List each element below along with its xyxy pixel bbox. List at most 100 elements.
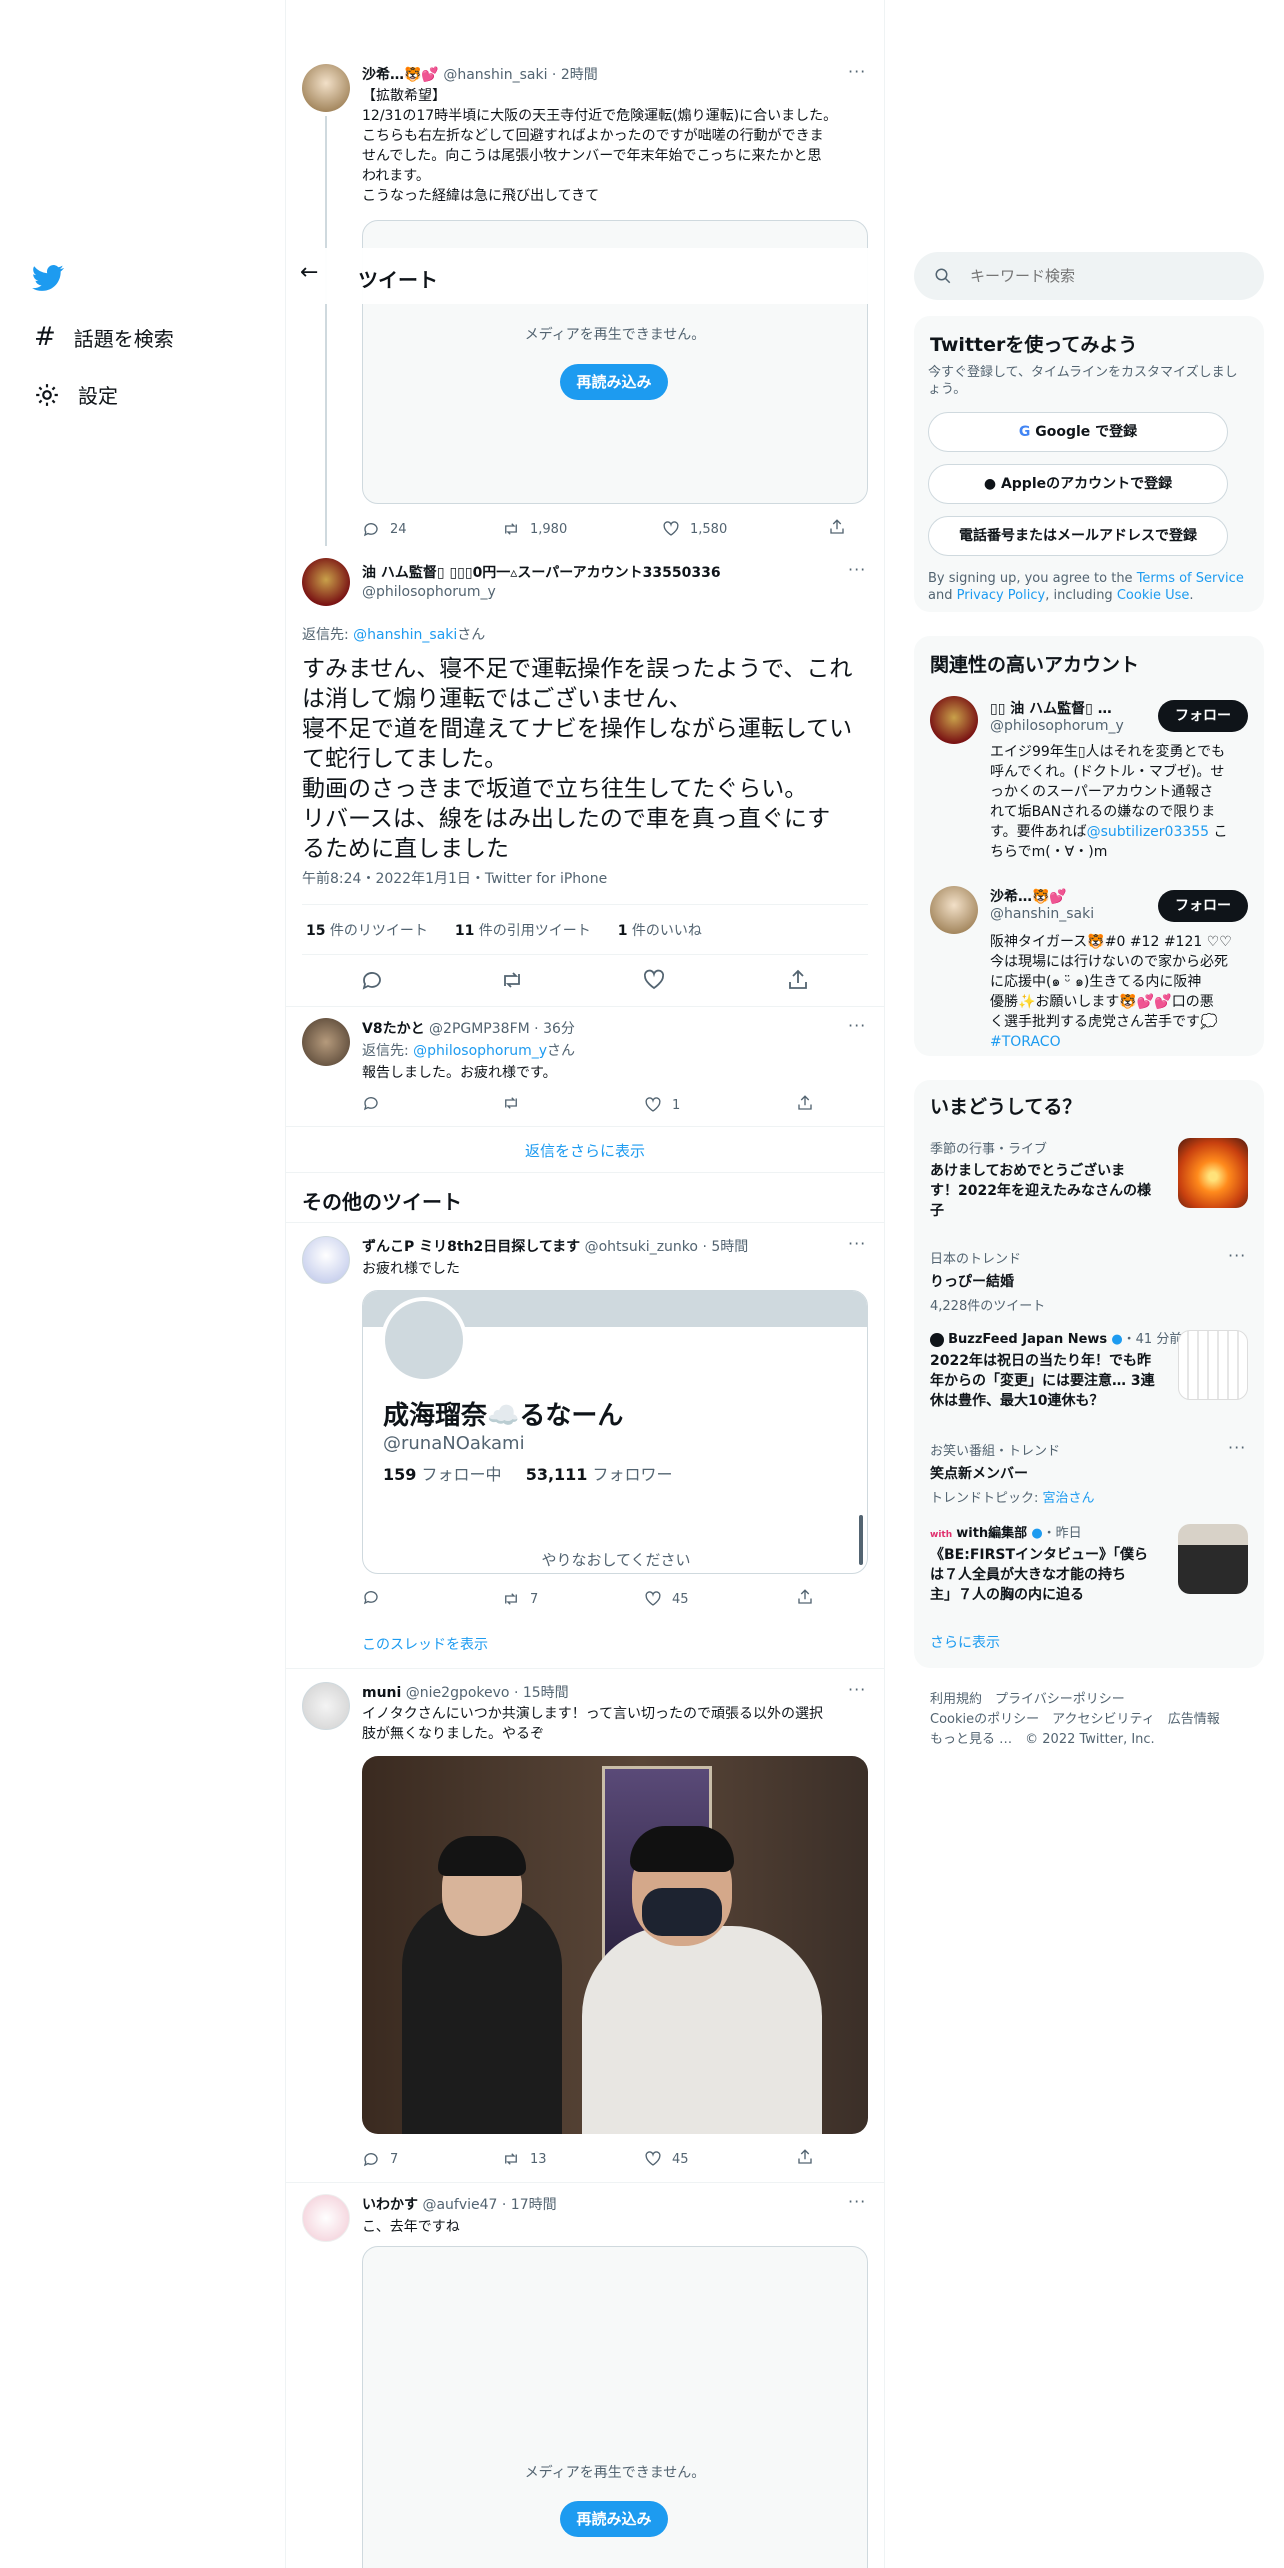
show-more-trends-link[interactable]: さらに表示 xyxy=(930,1632,1000,1652)
tweet-photo[interactable] xyxy=(362,1756,868,2134)
user-name[interactable]: ずんこP ミリ8th2日目探してます xyxy=(362,1239,580,1255)
footer-accessibility-link[interactable]: アクセシビリティ xyxy=(1052,1712,1155,1727)
follow-button[interactable]: フォロー xyxy=(1158,700,1248,732)
trend-item[interactable]: 季節の行事・ライブ あけましておめでとうございま す！2022年を迎えたみなさん… xyxy=(930,1138,1170,1221)
twitter-logo-icon[interactable] xyxy=(32,262,64,294)
user-handle[interactable]: @nie2gpokevo xyxy=(406,1685,510,1701)
reply-to-link[interactable]: @hanshin_saki xyxy=(353,627,457,643)
cookie-link[interactable]: Cookie Use xyxy=(1117,588,1190,603)
phone-signup-button[interactable]: 電話番号またはメールアドレスで登録 xyxy=(928,516,1228,556)
user-name[interactable]: いわかす xyxy=(362,2197,418,2213)
more-icon[interactable]: ··· xyxy=(848,560,866,579)
footer-privacy-link[interactable]: プライバシーポリシー xyxy=(995,1692,1125,1707)
share-button[interactable] xyxy=(828,518,846,540)
nav-explore[interactable]: # 話題を検索 xyxy=(34,322,174,352)
user-name[interactable]: 沙希…🐯💕 xyxy=(362,67,439,83)
like-button[interactable]: 1,580 xyxy=(662,520,810,538)
tweet-stats: 15 件のリツイート 11 件の引用ツイート 1 件のいいね xyxy=(306,920,702,940)
tweet-header: いわかす @aufvie47 · 17時間 xyxy=(362,2197,557,2213)
account-name-block[interactable]: 沙希…🐯💕 @hanshin_saki xyxy=(990,886,1094,922)
quote-stat[interactable]: 11 件の引用ツイート xyxy=(455,923,591,939)
back-arrow-icon[interactable]: ← xyxy=(300,260,318,285)
share-icon[interactable] xyxy=(786,968,810,992)
avatar[interactable] xyxy=(302,1682,350,1730)
user-handle[interactable]: @ohtsuki_zunko xyxy=(585,1239,698,1255)
avatar[interactable] xyxy=(302,2194,350,2242)
bio-hashtag-link[interactable]: #TORACO xyxy=(990,1032,1260,1052)
tweet-time[interactable]: 2時間 xyxy=(561,67,598,83)
like-button[interactable]: 45 xyxy=(644,1590,778,1608)
tweet-time[interactable]: 5時間 xyxy=(711,1239,748,1255)
tweet-meta[interactable]: 午前8:24・2022年1月1日・Twitter for iPhone xyxy=(302,868,607,888)
more-icon[interactable]: ··· xyxy=(848,1016,866,1035)
show-more-replies-link[interactable]: 返信をさらに表示 xyxy=(286,1140,884,1161)
more-icon[interactable]: ··· xyxy=(848,1234,866,1253)
reply-button[interactable] xyxy=(362,1588,484,1610)
footer-cookie-link[interactable]: Cookieのポリシー xyxy=(930,1712,1039,1727)
search-box[interactable] xyxy=(914,252,1264,300)
search-input[interactable] xyxy=(970,264,1250,288)
trend-item[interactable]: 日本のトレンド りっぴー結婚 4,228件のツイート xyxy=(930,1248,1230,1314)
share-button[interactable] xyxy=(796,2148,814,2170)
share-button[interactable] xyxy=(796,1094,814,1116)
user-name[interactable]: muni xyxy=(362,1685,401,1701)
verified-icon: ● xyxy=(1111,1332,1123,1347)
retweet-icon[interactable] xyxy=(500,968,524,992)
bio-mention-link[interactable]: @subtilizer03355 xyxy=(1087,824,1209,840)
user-handle[interactable]: @hanshin_saki xyxy=(443,67,547,83)
retweet-button[interactable]: 1,980 xyxy=(502,520,644,538)
reply-button[interactable] xyxy=(362,1094,484,1116)
share-button[interactable] xyxy=(796,1588,814,1610)
like-stat[interactable]: 1 件のいいね xyxy=(618,923,702,939)
scrollbar[interactable] xyxy=(859,1515,863,1565)
more-icon[interactable]: ··· xyxy=(848,62,866,81)
like-button[interactable]: 1 xyxy=(644,1096,778,1114)
show-thread-link[interactable]: このスレッドを表示 xyxy=(362,1634,488,1654)
retweet-button[interactable]: 7 xyxy=(502,1590,626,1608)
profile-card[interactable]: 成海瑠奈☁️るなーん @runaNOakami 159 フォロー中 53,111… xyxy=(362,1290,868,1574)
avatar[interactable] xyxy=(302,558,350,606)
tos-link[interactable]: Terms of Service xyxy=(1137,571,1244,586)
privacy-link[interactable]: Privacy Policy xyxy=(957,588,1046,603)
user-name[interactable]: V8たかと xyxy=(362,1021,425,1037)
heart-icon[interactable] xyxy=(642,968,666,992)
footer-more-link[interactable]: もっと見る … xyxy=(930,1732,1012,1747)
avatar[interactable] xyxy=(302,64,350,112)
card-retry-text[interactable]: やりなおしてください xyxy=(363,1549,867,1570)
retweet-stat[interactable]: 15 件のリツイート xyxy=(306,923,428,939)
reply-to-link[interactable]: @philosophorum_y xyxy=(413,1043,547,1059)
reply-icon[interactable] xyxy=(360,968,384,992)
user-handle[interactable]: @philosophorum_y xyxy=(362,584,721,600)
more-icon[interactable]: ··· xyxy=(1228,1438,1246,1457)
avatar[interactable] xyxy=(302,1236,350,1284)
more-icon[interactable]: ··· xyxy=(1228,1246,1246,1265)
user-handle[interactable]: @aufvie47 xyxy=(422,2197,497,2213)
account-name-block[interactable]: ▯▯ 油 ハム監督▯ … @philosophorum_y xyxy=(990,698,1124,734)
retweet-button[interactable] xyxy=(502,1094,626,1116)
google-signup-button[interactable]: G Google で登録 xyxy=(928,412,1228,452)
footer-tos-link[interactable]: 利用規約 xyxy=(930,1692,982,1707)
more-icon[interactable]: ··· xyxy=(848,2192,866,2211)
tweet-time[interactable]: 17時間 xyxy=(511,2197,557,2213)
reply-button[interactable]: 7 xyxy=(362,2150,484,2168)
user-handle[interactable]: @2PGMP38FM xyxy=(429,1021,530,1037)
tweet-time[interactable]: 36分 xyxy=(543,1021,575,1037)
footer-ads-link[interactable]: 広告情報 xyxy=(1168,1712,1220,1727)
follow-button[interactable]: フォロー xyxy=(1158,890,1248,922)
nav-settings[interactable]: 設定 xyxy=(34,380,118,409)
reload-button[interactable]: 再読み込み xyxy=(560,364,668,400)
trend-item[interactable]: BuzzFeed Japan News ●・41 分前 2022年は祝日の当たり… xyxy=(930,1328,1182,1411)
avatar[interactable] xyxy=(302,1018,350,1066)
avatar[interactable] xyxy=(930,886,978,934)
retweet-button[interactable]: 13 xyxy=(502,2150,626,2168)
trend-item[interactable]: お笑い番組・トレンド 笑点新メンバー トレンドトピック: 宮治さん xyxy=(930,1440,1230,1506)
like-button[interactable]: 45 xyxy=(644,2150,778,2168)
avatar[interactable] xyxy=(930,696,978,744)
reply-button[interactable]: 24 xyxy=(362,520,484,538)
tweet-time[interactable]: 15時間 xyxy=(523,1685,569,1701)
reload-button[interactable]: 再読み込み xyxy=(560,2501,668,2537)
apple-signup-button[interactable]: ● Appleのアカウントで登録 xyxy=(928,464,1228,504)
trend-item[interactable]: with with編集部 ●・昨日 《BE:FIRSTインタビュー》「僕ら は７… xyxy=(930,1522,1180,1605)
user-name[interactable]: 油 ハム監督▯ ▯▯▯0円一▵スーパーアカウント33550336 xyxy=(362,562,721,582)
more-icon[interactable]: ··· xyxy=(848,1680,866,1699)
